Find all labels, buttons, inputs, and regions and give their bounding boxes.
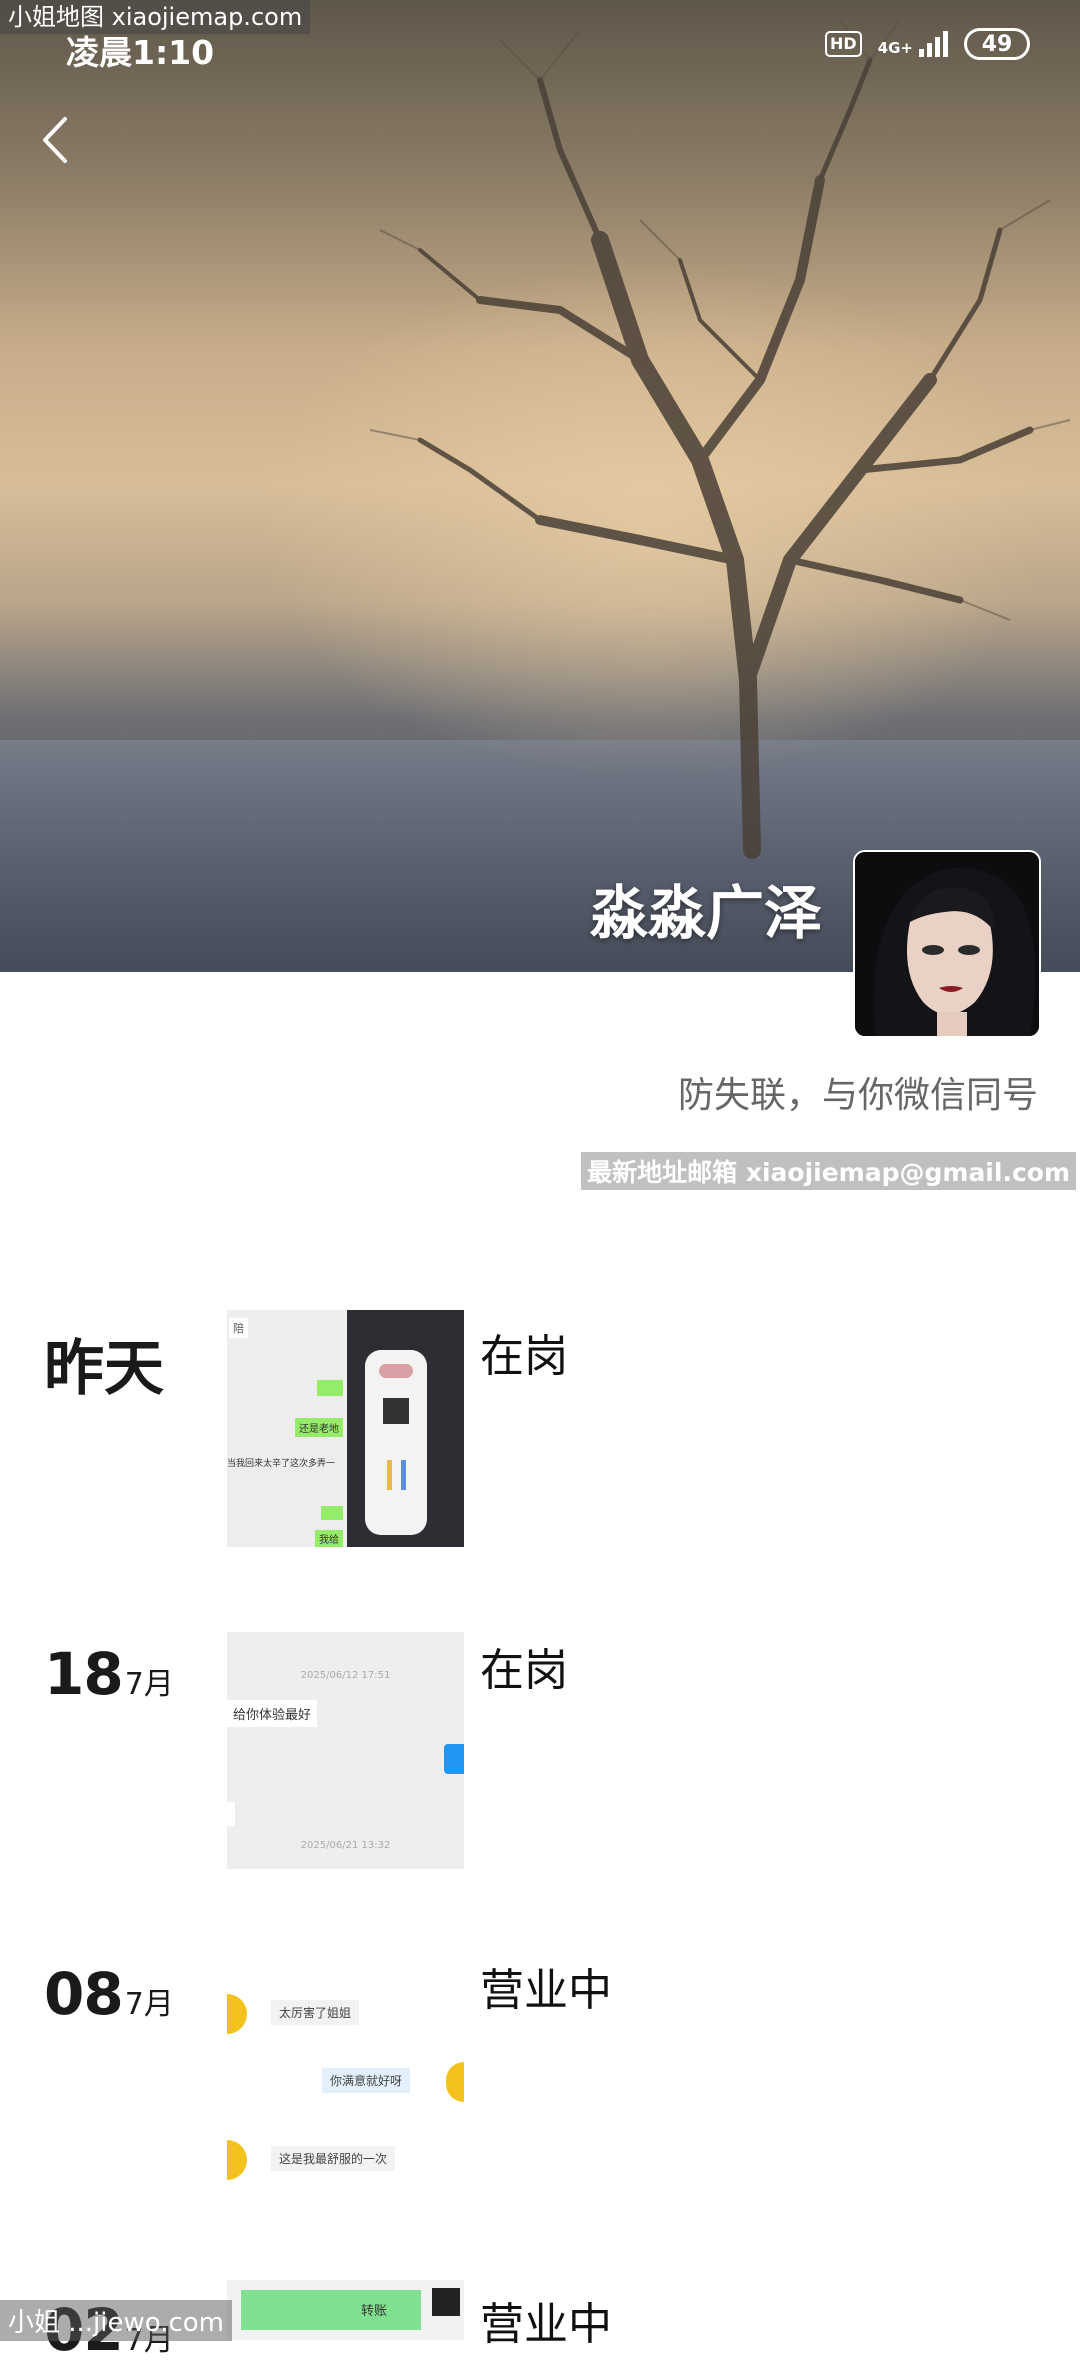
network-type: 4G+ <box>877 39 913 57</box>
photo-test-strip <box>347 1310 464 1547</box>
test-card <box>365 1350 427 1535</box>
entry-thumbnail[interactable]: 2025/06/12 17:51 给你体验最好 2025/06/21 13:32 <box>227 1632 464 1869</box>
avatar[interactable] <box>853 850 1041 1038</box>
battery-icon: 49 <box>964 28 1030 60</box>
chat-bubble-green <box>317 1380 343 1396</box>
chat-timestamp: 2025/06/12 17:51 <box>300 1670 391 1681</box>
chat-timestamp: 2025/06/21 13:32 <box>300 1840 391 1851</box>
entry-date: 087月 <box>44 1960 174 2028</box>
entry-month: 7月 <box>124 1667 174 1702</box>
entry-day: 08 <box>44 1960 124 2028</box>
entry-thumbnail[interactable]: 转账 <box>227 2280 464 2340</box>
chat-bubble-text: 转账 <box>361 2304 388 2319</box>
emoji-avatar-icon <box>227 1994 247 2034</box>
entry-month: 7月 <box>124 1987 174 2022</box>
entry-text: 在岗 <box>480 1645 568 1696</box>
entry-date: 昨天 <box>44 1334 164 1404</box>
signal-bars-icon <box>919 31 948 57</box>
watermark-email: 最新地址邮箱 xiaojiemap@gmail.com <box>581 1152 1076 1190</box>
watermark-bottom: 小姐 ...jiewo.com <box>0 2300 233 2341</box>
avatar-illustration-icon <box>855 852 1039 1036</box>
test-line <box>387 1460 392 1490</box>
chat-line: 当我回来太辛了这次多弄一 <box>227 1459 336 1469</box>
qr-code-icon <box>383 1398 409 1424</box>
entry-date: 187月 <box>44 1640 174 1708</box>
chevron-left-icon <box>43 117 67 163</box>
signal-icon: 4G+ <box>878 31 948 57</box>
chat-bubble: 给你体验最好 <box>227 1700 318 1727</box>
chat-bubble-green: 转账 <box>241 2290 421 2330</box>
back-button[interactable] <box>30 110 80 170</box>
chat-bubble <box>227 1802 235 1826</box>
entry-text: 营业中 <box>480 2299 612 2350</box>
chat-bubble: 这是我最舒服的一次 <box>271 2146 396 2171</box>
entry-text: 营业中 <box>480 1965 612 2016</box>
chat-bubble: 还是老地 <box>295 1418 343 1437</box>
entry-thumbnail[interactable]: 陪 还是老地 当我回来太辛了这次多弄一 我给 <box>227 1310 464 1547</box>
chat-bubble-green <box>321 1506 343 1520</box>
hd-icon: HD <box>825 31 862 57</box>
emoji-avatar-icon <box>446 2062 464 2102</box>
tree-illustration <box>369 19 1071 859</box>
profile-name: 淼淼广泽 <box>589 879 822 947</box>
entry-day: 18 <box>44 1640 124 1708</box>
chat-screenshot: 陪 还是老地 当我回来太辛了这次多弄一 我给 <box>227 1310 345 1547</box>
avatar-mini <box>432 2288 460 2316</box>
entry-thumbnail[interactable]: 太厉害了姐姐 你满意就好呀 这是我最舒服的一次 <box>227 1952 464 2189</box>
chat-bubble: 我给 <box>315 1530 343 1547</box>
test-line <box>401 1460 406 1490</box>
chat-bubble: 太厉害了姐姐 <box>271 2000 360 2025</box>
status-time: 凌晨1:10 <box>66 33 215 72</box>
profile-signature: 防失联，与你微信同号 <box>677 1075 1038 1116</box>
chat-bubble: 陪 <box>229 1318 248 1338</box>
entry-text: 在岗 <box>480 1331 568 1382</box>
status-icons: HD 4G+ 49 <box>825 28 1030 60</box>
chat-bubble: 你满意就好呀 <box>322 2068 411 2093</box>
test-card-logo <box>379 1364 413 1378</box>
chat-bubble-blue <box>444 1744 464 1774</box>
cover-image[interactable]: 小姐地图 xiaojiemap.com 凌晨1:10 HD 4G+ 49 淼淼广… <box>0 0 1080 972</box>
emoji-avatar-icon <box>227 2140 247 2180</box>
